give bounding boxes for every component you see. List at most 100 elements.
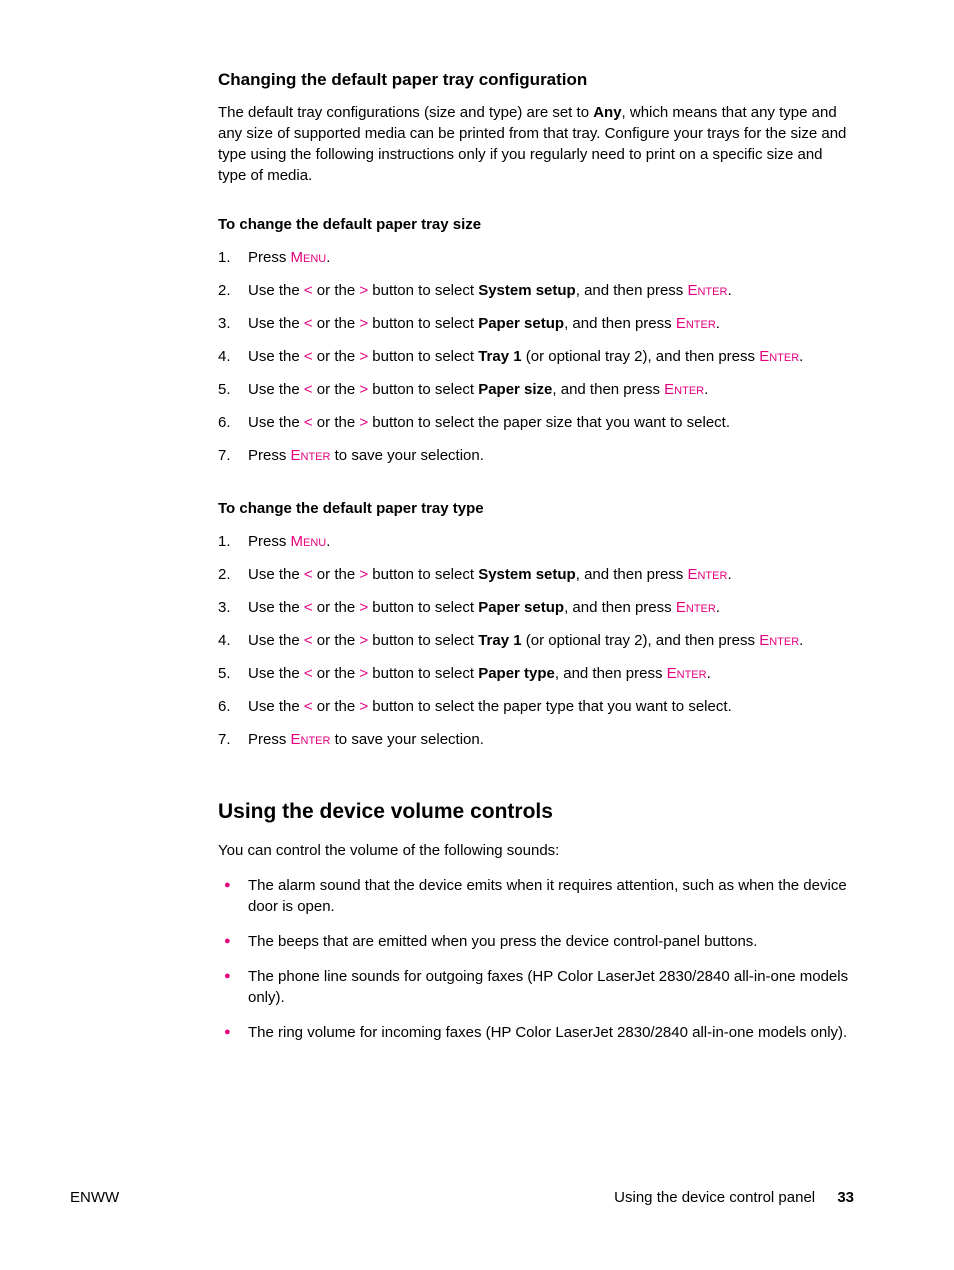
text: or the	[313, 348, 360, 365]
gt-symbol: >	[359, 414, 368, 431]
step: Press Enter to save your selection.	[218, 445, 854, 466]
step: Use the < or the > button to select the …	[218, 696, 854, 717]
text: , and then press	[576, 566, 688, 583]
text: .	[704, 381, 708, 398]
bold-text: Tray 1	[478, 632, 521, 649]
step: Use the < or the > button to select the …	[218, 412, 854, 433]
lt-symbol: <	[304, 282, 313, 299]
list-item: The ring volume for incoming faxes (HP C…	[218, 1022, 854, 1043]
bold-text: Paper setup	[478, 315, 564, 332]
volume-intro: You can control the volume of the follow…	[218, 840, 854, 861]
text: Press	[248, 249, 291, 266]
step: Use the < or the > button to select Syst…	[218, 564, 854, 585]
enter-label: Enter	[291, 731, 331, 748]
volume-bullets: The alarm sound that the device emits wh…	[218, 875, 854, 1043]
text: button to select	[368, 315, 478, 332]
page-content: Changing the default paper tray configur…	[0, 0, 954, 1043]
gt-symbol: >	[359, 348, 368, 365]
lt-symbol: <	[304, 665, 313, 682]
step: Use the < or the > button to select Pape…	[218, 313, 854, 334]
text: button to select	[368, 282, 478, 299]
enter-label: Enter	[676, 599, 716, 616]
list-item: The phone line sounds for outgoing faxes…	[218, 966, 854, 1008]
text: button to select	[368, 665, 478, 682]
text: .	[799, 348, 803, 365]
enter-label: Enter	[676, 315, 716, 332]
step: Use the < or the > button to select Tray…	[218, 630, 854, 651]
step: Use the < or the > button to select Pape…	[218, 597, 854, 618]
text: (or optional tray 2), and then press	[522, 348, 760, 365]
step: Press Menu.	[218, 247, 854, 268]
text: or the	[313, 381, 360, 398]
text: Press	[248, 447, 291, 464]
gt-symbol: >	[359, 282, 368, 299]
text: or the	[313, 632, 360, 649]
enter-label: Enter	[664, 381, 704, 398]
gt-symbol: >	[359, 632, 368, 649]
gt-symbol: >	[359, 698, 368, 715]
lt-symbol: <	[304, 599, 313, 616]
text: .	[716, 599, 720, 616]
text: or the	[313, 698, 360, 715]
text: .	[707, 665, 711, 682]
text: to save your selection.	[330, 731, 483, 748]
bold-text: System setup	[478, 566, 576, 583]
text: button to select	[368, 599, 478, 616]
text: , and then press	[555, 665, 667, 682]
text: , and then press	[564, 599, 676, 616]
heading-volume-controls: Using the device volume controls	[218, 800, 854, 824]
text: .	[326, 533, 330, 550]
enter-label: Enter	[759, 632, 799, 649]
text: button to select the paper size that you…	[368, 414, 730, 431]
gt-symbol: >	[359, 566, 368, 583]
text: .	[727, 282, 731, 299]
footer-section: Using the device control panel	[614, 1189, 815, 1206]
gt-symbol: >	[359, 315, 368, 332]
step: Use the < or the > button to select Pape…	[218, 663, 854, 684]
text: Use the	[248, 599, 304, 616]
steps-tray-size: Press Menu. Use the < or the > button to…	[218, 247, 854, 466]
text: button to select	[368, 566, 478, 583]
text: Press	[248, 731, 291, 748]
text: Use the	[248, 315, 304, 332]
gt-symbol: >	[359, 599, 368, 616]
text: Use the	[248, 665, 304, 682]
text: .	[727, 566, 731, 583]
intro-any: Any	[593, 104, 621, 121]
gt-symbol: >	[359, 665, 368, 682]
subheading-tray-type: To change the default paper tray type	[218, 500, 854, 517]
bold-text: Paper size	[478, 381, 552, 398]
subheading-tray-size: To change the default paper tray size	[218, 216, 854, 233]
text: button to select	[368, 381, 478, 398]
text: or the	[313, 282, 360, 299]
lt-symbol: <	[304, 315, 313, 332]
text: or the	[313, 665, 360, 682]
enter-label: Enter	[667, 665, 707, 682]
footer-left: ENWW	[70, 1189, 119, 1206]
text: Use the	[248, 414, 304, 431]
page-number: 33	[837, 1189, 854, 1206]
text: button to select	[368, 348, 478, 365]
step: Use the < or the > button to select Pape…	[218, 379, 854, 400]
bold-text: Paper type	[478, 665, 555, 682]
text: or the	[313, 315, 360, 332]
page-footer: ENWW Using the device control panel 33	[70, 1189, 854, 1206]
lt-symbol: <	[304, 348, 313, 365]
menu-label: Menu	[291, 533, 327, 550]
lt-symbol: <	[304, 632, 313, 649]
text: Use the	[248, 698, 304, 715]
text: (or optional tray 2), and then press	[522, 632, 760, 649]
lt-symbol: <	[304, 414, 313, 431]
enter-label: Enter	[687, 566, 727, 583]
bold-text: System setup	[478, 282, 576, 299]
step: Use the < or the > button to select Syst…	[218, 280, 854, 301]
lt-symbol: <	[304, 698, 313, 715]
text: or the	[313, 566, 360, 583]
intro-pre: The default tray configurations (size an…	[218, 104, 593, 121]
text: , and then press	[552, 381, 664, 398]
gt-symbol: >	[359, 381, 368, 398]
footer-right: Using the device control panel 33	[614, 1189, 854, 1206]
step: Press Enter to save your selection.	[218, 729, 854, 750]
menu-label: Menu	[291, 249, 327, 266]
text: or the	[313, 599, 360, 616]
